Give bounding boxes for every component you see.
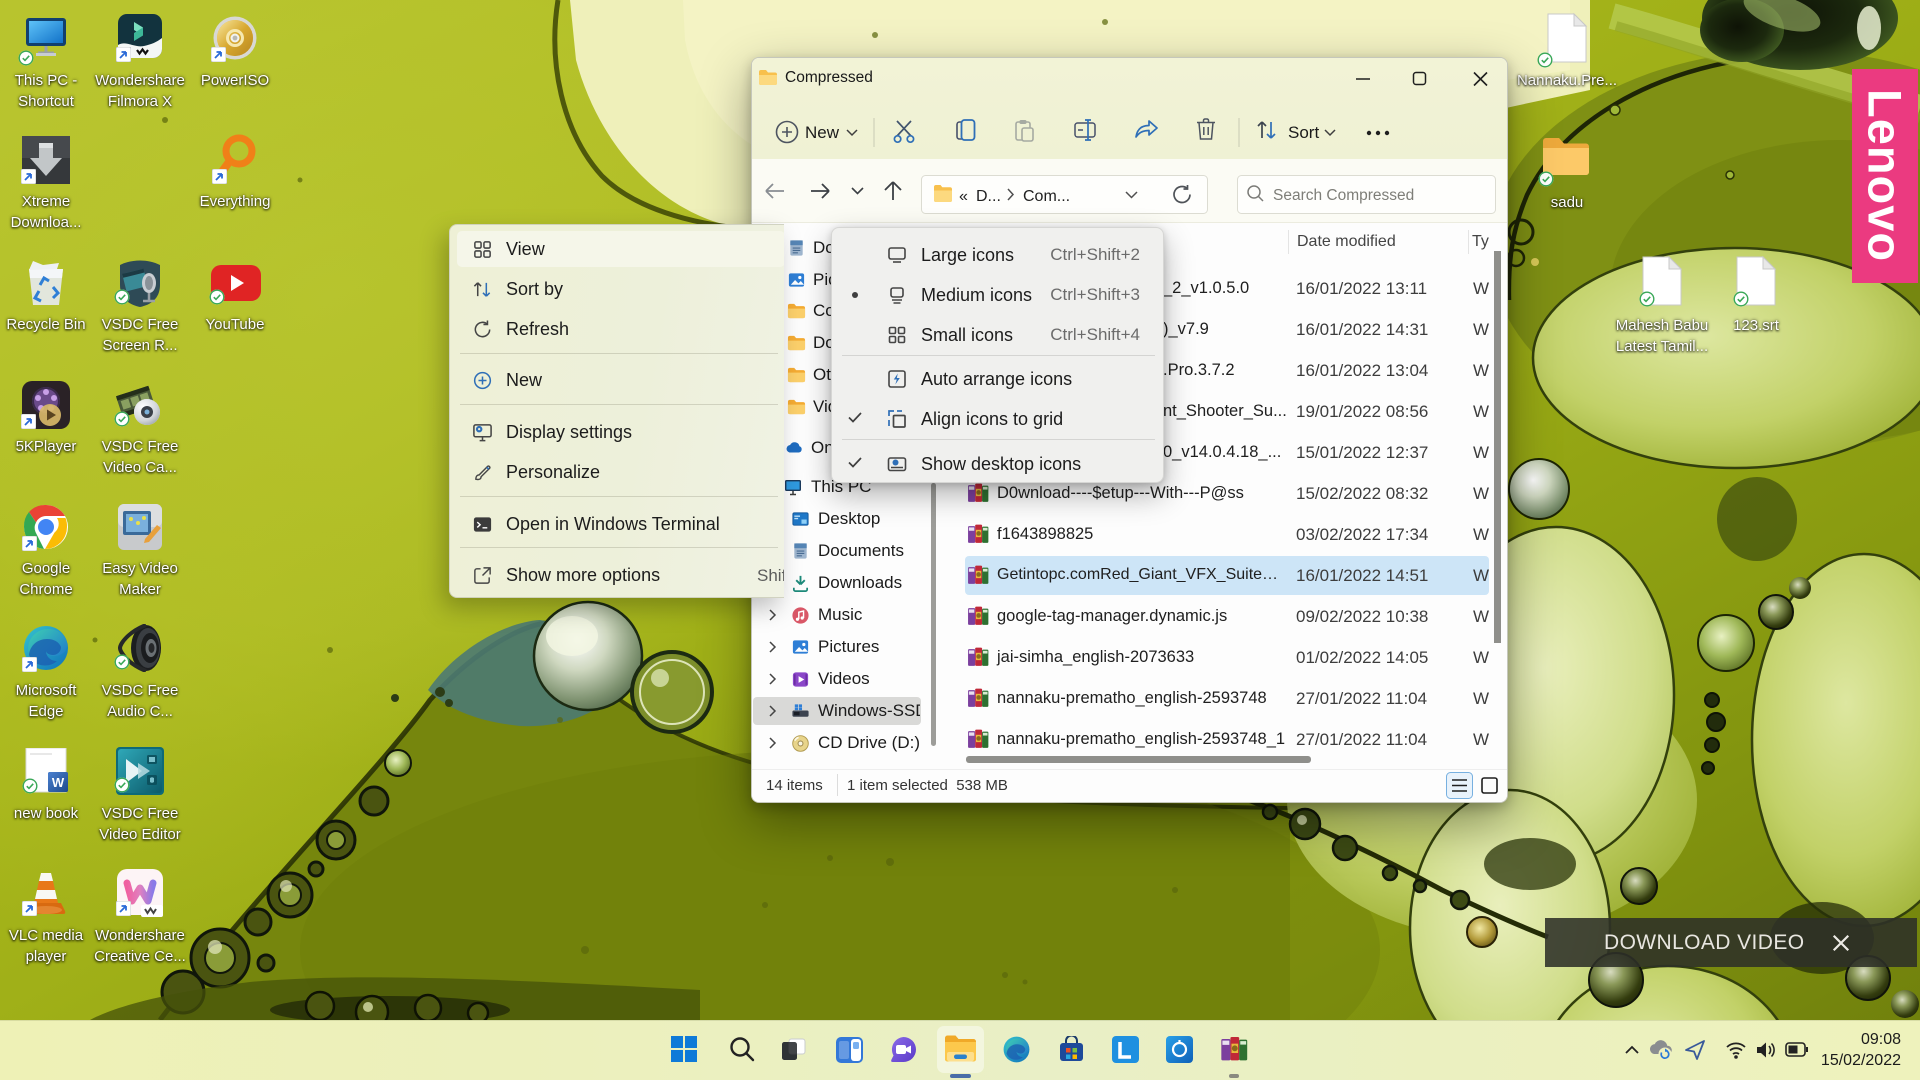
svg-text:Sort: Sort [1288,123,1319,142]
svg-text:New: New [805,123,840,142]
svg-text:D...: D... [976,188,1001,205]
svg-text:Search Compressed: Search Compressed [1273,187,1414,204]
svg-text:«: « [959,188,968,205]
svg-text:Com...: Com... [1023,188,1070,205]
svg-text:W: W [52,775,65,790]
